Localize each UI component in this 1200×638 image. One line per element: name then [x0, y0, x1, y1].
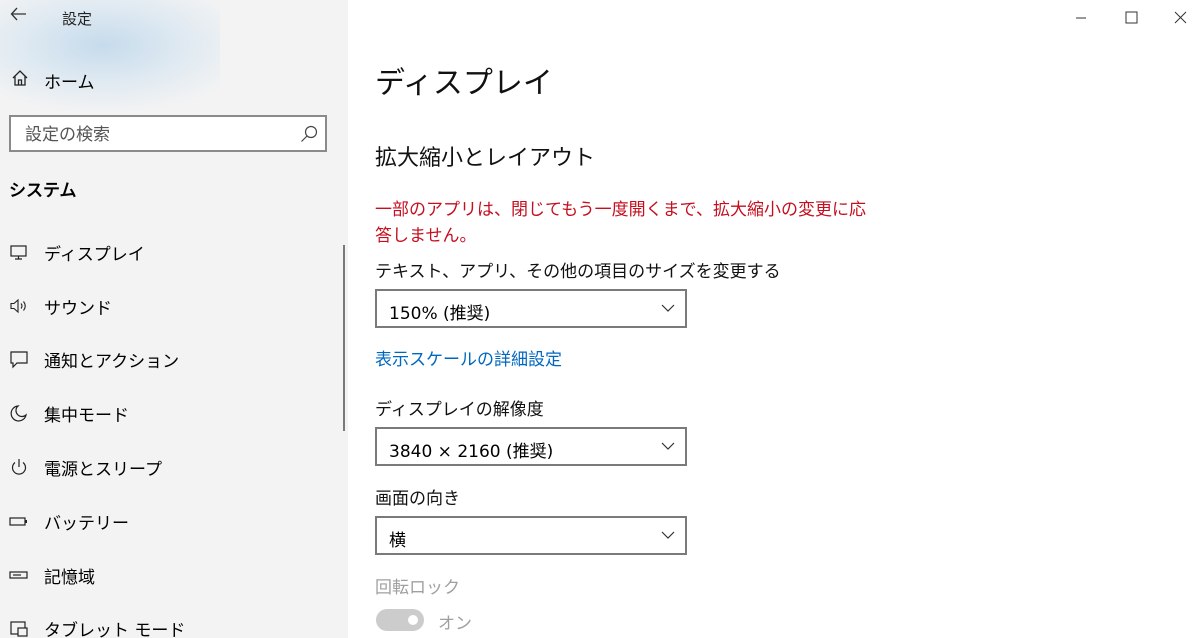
scaling-warning: 一部のアプリは、閉じてもう一度開くまで、拡大縮小の変更に応答しません。 — [375, 200, 866, 246]
sidebar-item-sound[interactable]: サウンド — [0, 286, 342, 326]
section-heading-scale-layout: 拡大縮小とレイアウト — [375, 146, 596, 171]
back-arrow-icon — [10, 7, 26, 21]
sidebar-scrollbar[interactable] — [343, 245, 345, 431]
scale-value: 150% (推奨) — [389, 304, 491, 324]
battery-icon — [9, 511, 29, 531]
sidebar-item-label: タブレット モード — [44, 621, 186, 638]
storage-icon — [9, 565, 29, 585]
maximize-icon — [1125, 11, 1138, 24]
page-title: ディスプレイ — [375, 66, 553, 101]
resolution-label: ディスプレイの解像度 — [375, 400, 544, 420]
moon-icon — [9, 403, 29, 423]
sidebar-item-battery[interactable]: バッテリー — [0, 501, 342, 541]
scale-label: テキスト、アプリ、その他の項目のサイズを変更する — [375, 262, 781, 282]
sidebar-item-tablet-mode[interactable]: タブレット モード — [0, 608, 342, 638]
app-title: 設定 — [62, 10, 93, 28]
sidebar-item-label: 電源とスリープ — [44, 460, 162, 480]
sidebar-item-label: 集中モード — [44, 406, 129, 426]
sidebar-item-focus[interactable]: 集中モード — [0, 393, 342, 433]
sidebar-item-label: バッテリー — [44, 514, 129, 534]
search-input[interactable] — [23, 123, 287, 147]
sidebar-item-notifications[interactable]: 通知とアクション — [0, 339, 342, 379]
chevron-down-icon — [661, 531, 675, 539]
scale-dropdown[interactable]: 150% (推奨) — [375, 289, 687, 328]
back-button[interactable] — [10, 4, 28, 24]
sidebar: 設定 ホーム システム ディスプレイ — [0, 0, 348, 638]
sidebar-item-label: 記憶域 — [44, 568, 95, 588]
search-icon[interactable] — [299, 124, 319, 144]
chevron-down-icon — [661, 442, 675, 450]
monitor-icon — [9, 242, 29, 262]
orientation-value: 横 — [389, 531, 406, 551]
sidebar-item-label: サウンド — [44, 299, 112, 319]
tablet-mode-icon — [9, 618, 29, 638]
power-icon — [9, 457, 29, 477]
rotation-lock-state: オン — [438, 614, 472, 634]
speaker-icon — [9, 296, 29, 316]
rotation-lock-toggle[interactable] — [376, 609, 424, 631]
orientation-dropdown[interactable]: 横 — [375, 516, 687, 555]
resolution-dropdown[interactable]: 3840 × 2160 (推奨) — [375, 427, 687, 466]
rotation-lock-label: 回転ロック — [375, 578, 460, 598]
chevron-down-icon — [661, 304, 675, 312]
minimize-icon — [1076, 17, 1086, 19]
sidebar-home[interactable]: ホーム — [0, 62, 348, 98]
home-icon — [10, 68, 30, 88]
sidebar-item-display[interactable]: ディスプレイ — [0, 232, 342, 272]
orientation-label: 画面の向き — [375, 489, 460, 509]
toggle-knob — [408, 615, 418, 625]
resolution-value: 3840 × 2160 (推奨) — [389, 442, 554, 462]
sidebar-section-title: システム — [9, 181, 77, 201]
sidebar-item-storage[interactable]: 記憶域 — [0, 555, 342, 595]
sidebar-item-label: ディスプレイ — [44, 245, 145, 265]
notification-icon — [9, 349, 29, 369]
settings-search[interactable] — [9, 115, 327, 152]
close-button[interactable] — [1168, 6, 1194, 30]
advanced-scaling-link[interactable]: 表示スケールの詳細設定 — [375, 345, 562, 370]
minimize-button[interactable] — [1068, 6, 1094, 30]
sidebar-item-power[interactable]: 電源とスリープ — [0, 447, 342, 487]
close-icon — [1174, 11, 1187, 24]
sidebar-home-label: ホーム — [44, 73, 95, 93]
sidebar-item-label: 通知とアクション — [44, 352, 180, 372]
maximize-button[interactable] — [1118, 6, 1144, 30]
